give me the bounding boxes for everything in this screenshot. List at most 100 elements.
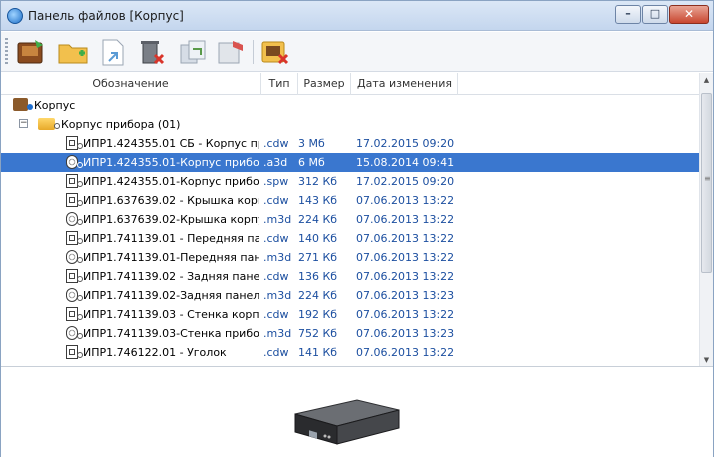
file-row[interactable]: ИПР1.746122.01 - Уголок .cdw 141 Кб 07.06.2… [1,343,699,362]
file-type: .cdw [263,232,289,245]
delete-icon [141,41,165,65]
file-name: ИПР1.637639.02 - Крышка корп [83,194,259,207]
file-row[interactable]: ИПР1.741139.01 - Передняя па .cdw 140 Кб 07… [1,229,699,248]
column-header-size[interactable]: Размер [298,73,351,95]
file-name: ИПР1.741139.02-Задняя панель [83,289,259,302]
file-row[interactable]: ИПР1.741139.01-Передняя пан .m3d 271 Кб 07.… [1,248,699,267]
file-type: .m3d [263,289,292,302]
open-file-button[interactable] [15,37,47,67]
new-folder-button[interactable] [57,37,89,67]
window-controls: – □ ✕ [614,5,709,25]
properties-icon [218,41,243,64]
close-button[interactable]: ✕ [669,5,709,24]
file-type: .cdw [263,346,289,359]
column-header-name[interactable]: Обозначение [1,73,261,95]
file-row[interactable]: ИПР1.741139.02-Задняя панель .m3d 224 Кб 07… [1,286,699,305]
folder-status-icon [54,123,60,129]
file-name: ИПР1.637639.02-Крышка корпу [83,213,259,226]
file-name: ИПР1.741139.03 - Стенка корпу [83,308,259,321]
tree-folder-label: Корпус прибора (01) [61,118,181,131]
drawing-file-icon [66,345,78,359]
file-type: .cdw [263,308,289,321]
toolbar-separator [253,40,254,64]
copy-icon [180,40,206,64]
file-size: 752 Кб [298,327,338,340]
file-name: ИПР1.741139.01-Передняя пан [83,251,259,264]
vertical-scrollbar[interactable]: ▲ ≡ ▼ [699,73,713,366]
file-panel-window: Панель файлов [Корпус] – □ ✕ Обозначение… [0,0,714,457]
file-size: 3 Мб [298,137,325,150]
file-size: 141 Кб [298,346,338,359]
maximize-button[interactable]: □ [642,5,668,24]
file-size: 140 Кб [298,232,338,245]
thumb-grip-icon: ≡ [704,174,711,183]
toolbar-grip[interactable] [5,38,8,66]
file-size: 312 Кб [298,175,338,188]
tree-root-item[interactable]: Корпус [1,96,699,115]
model-file-icon [66,250,78,264]
file-size: 192 Кб [298,308,338,321]
file-name: ИПР1.741139.02 - Задняя панел [83,270,259,283]
column-header-date[interactable]: Дата изменения [351,73,458,95]
open-file-icon [17,40,43,64]
delete-button[interactable] [135,37,167,67]
file-date: 07.06.2013 13:23 [356,289,455,302]
export-icon [102,39,124,66]
file-type: .m3d [263,327,292,340]
file-date: 07.06.2013 13:23 [356,327,455,340]
minimize-button[interactable]: – [615,5,641,24]
properties-button[interactable] [215,37,247,67]
file-row[interactable]: ИПР1.741139.02 - Задняя панел .cdw 136 Кб 0… [1,267,699,286]
export-button[interactable] [97,37,129,67]
column-header-type[interactable]: Тип [261,73,298,95]
copy-button[interactable] [177,37,209,67]
file-name: ИПР1.424355.01-Корпус прибо [83,156,259,169]
file-row[interactable]: ИПР1.637639.02 - Крышка корп .cdw 143 Кб 07… [1,191,699,210]
preview-pane [1,368,713,457]
file-date: 07.06.2013 13:22 [356,194,455,207]
specification-file-icon [66,174,78,188]
minimize-icon: – [625,7,631,20]
scroll-thumb[interactable]: ≡ [701,93,712,273]
file-date: 17.02.2015 09:20 [356,137,455,150]
title-bar[interactable]: Панель файлов [Корпус] – □ ✕ [1,1,713,31]
file-name: ИПР1.424355.01-Корпус прибо [83,175,259,188]
file-name: ИПР1.424355.01 СБ - Корпус пр [83,137,259,150]
file-name: ИПР1.746122.01 - Уголок [83,346,227,359]
file-date: 07.06.2013 13:22 [356,251,455,264]
device-preview-image [294,399,400,445]
file-date: 07.06.2013 13:22 [356,232,455,245]
file-date: 07.06.2013 13:22 [356,213,455,226]
file-date: 07.06.2013 13:22 [356,346,455,359]
tree-root-label: Корпус [34,99,76,112]
file-list: Обозначение Тип Размер Дата изменения Ко… [1,73,713,367]
folder-icon [38,118,55,130]
file-size: 136 Кб [298,270,338,283]
file-date: 17.02.2015 09:20 [356,175,455,188]
file-type: .cdw [263,137,289,150]
file-type: .a3d [263,156,288,169]
file-row[interactable]: ИПР1.424355.01 СБ - Корпус пр .cdw 3 Мб 17.… [1,134,699,153]
drawing-file-icon [66,231,78,245]
file-name: ИПР1.741139.01 - Передняя па [83,232,259,245]
close-panel-icon [261,41,289,65]
file-size: 224 Кб [298,289,338,302]
scroll-up-icon[interactable]: ▲ [700,73,713,87]
file-row[interactable]: ИПР1.637639.02-Крышка корпу .m3d 224 Кб 07.… [1,210,699,229]
drawing-file-icon [66,136,78,150]
file-row[interactable]: ИПР1.741139.03 - Стенка корпу .cdw 192 Кб 0… [1,305,699,324]
tree-folder-item[interactable]: − Корпус прибора (01) [1,115,699,134]
file-type: .cdw [263,270,289,283]
file-size: 6 Мб [298,156,325,169]
collapse-icon[interactable]: − [19,119,28,128]
model-file-icon [66,155,78,169]
scroll-down-icon[interactable]: ▼ [700,353,713,366]
file-row[interactable]: ИПР1.741139.03-Стенка прибор .m3d 752 Кб 07… [1,324,699,343]
close-panel-button[interactable] [259,37,291,67]
model-file-icon [66,326,78,340]
file-row[interactable]: ИПР1.424355.01-Корпус прибо .spw 312 Кб 17.… [1,172,699,191]
model-file-icon [66,288,78,302]
file-row[interactable]: ИПР1.424355.01-Корпус прибо .a3d 6 Мб 15.08… [1,153,699,172]
file-size: 143 Кб [298,194,338,207]
new-folder-icon [58,44,88,64]
